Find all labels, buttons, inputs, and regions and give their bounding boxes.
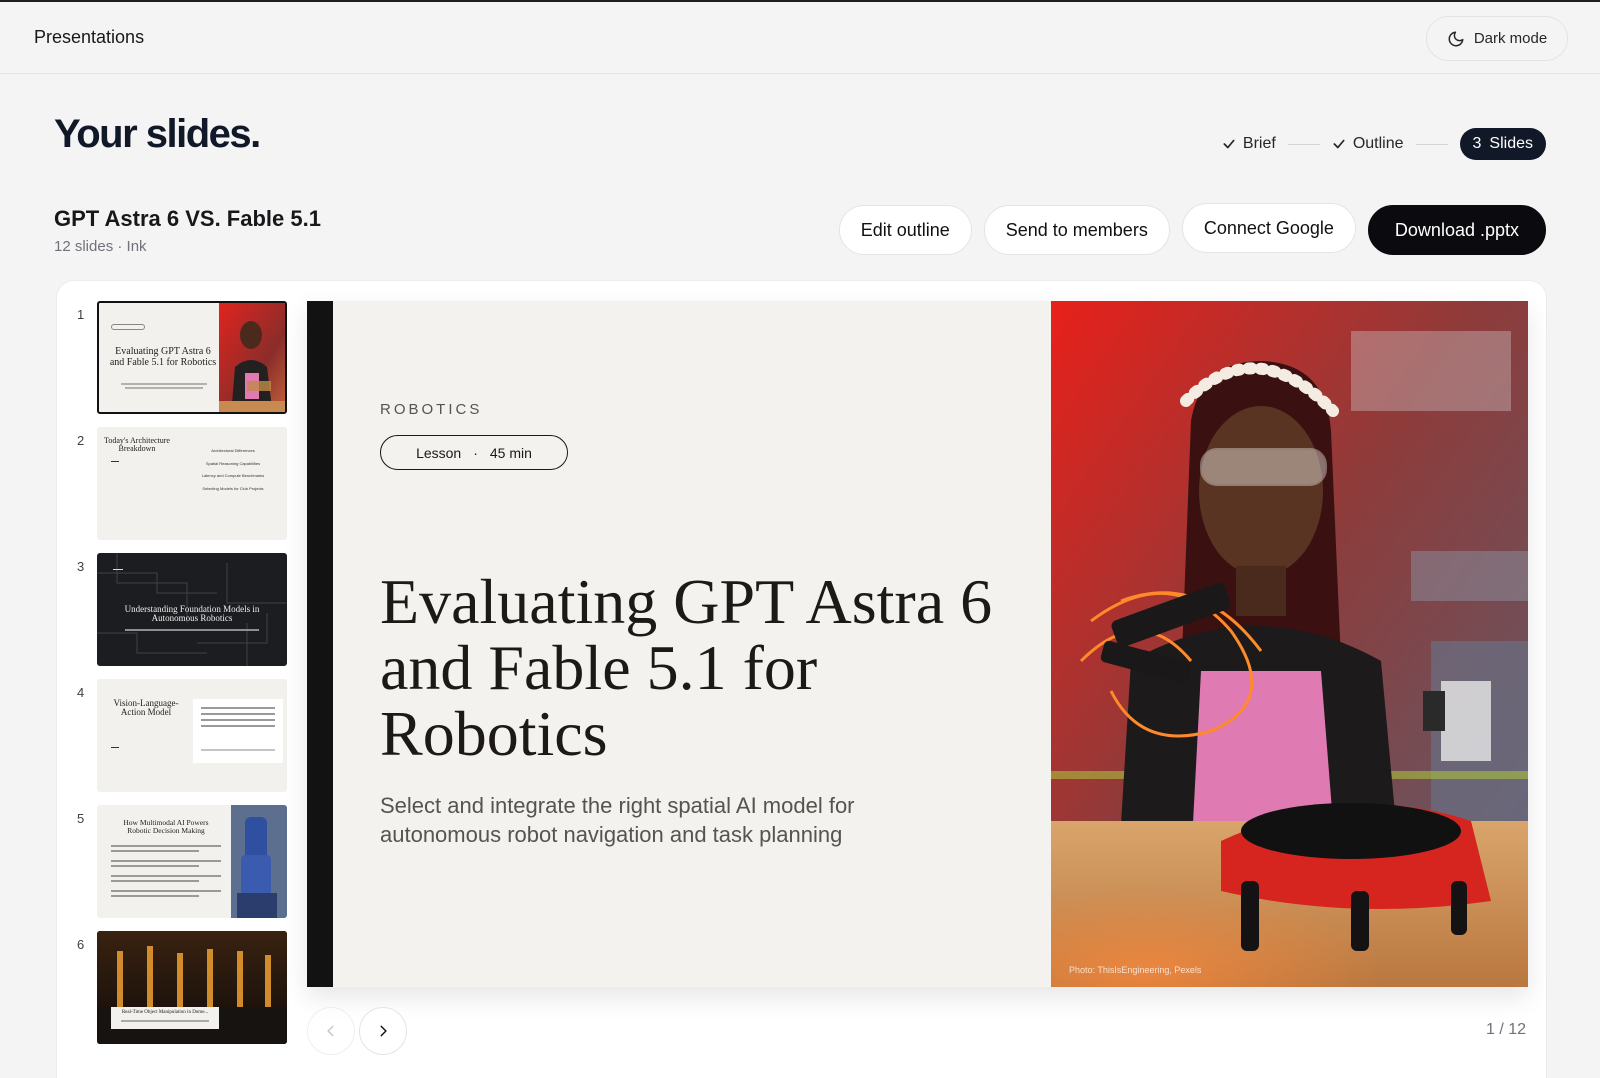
check-icon bbox=[1333, 139, 1345, 149]
next-slide-button[interactable] bbox=[359, 1007, 407, 1055]
slide-photo: Photo: ThisIsEngineering, Pexels bbox=[1051, 301, 1528, 987]
page-title: Your slides. bbox=[54, 112, 261, 156]
thumbnail-slide-4[interactable]: Vision-Language-Action Model bbox=[97, 679, 287, 792]
step-outline-label: Outline bbox=[1352, 135, 1404, 152]
thumbnail-number: 4 bbox=[77, 685, 85, 700]
deck-meta: 12 slides · Ink bbox=[54, 238, 147, 255]
thumb-agenda: Architectural Differences Spatial Reason… bbox=[201, 448, 265, 491]
step-brief[interactable]: Brief bbox=[1222, 135, 1276, 153]
thumb-photo bbox=[231, 805, 287, 918]
photo-credit: Photo: ThisIsEngineering, Pexels bbox=[1069, 965, 1202, 975]
thumbnail-item[interactable]: 1 Evaluating GPT Astra 6 and Fable 5.1 f… bbox=[71, 301, 287, 427]
edit-outline-button[interactable]: Edit outline bbox=[838, 205, 972, 255]
thumbnail-title: How Multimodal AI Powers Robotic Decisio… bbox=[123, 818, 209, 835]
thumbnail-item[interactable]: 5 How Multimodal AI Powers Robotic Decis… bbox=[71, 805, 287, 931]
connect-google-button[interactable]: Connect Google bbox=[1181, 203, 1356, 253]
thumb-card bbox=[193, 699, 283, 763]
thumb-text-line bbox=[125, 629, 259, 631]
thumbnail-title: Evaluating GPT Astra 6 and Fable 5.1 for… bbox=[109, 346, 217, 368]
check-icon bbox=[1223, 139, 1235, 149]
previous-slide-button[interactable] bbox=[307, 1007, 355, 1055]
slide-eyebrow: ROBOTICS bbox=[380, 401, 483, 418]
thumbnail-slide-2[interactable]: Today's Architecture Breakdown Architect… bbox=[97, 427, 287, 540]
slide-subtitle: Select and integrate the right spatial A… bbox=[380, 793, 855, 847]
badge-duration: 45 min bbox=[489, 444, 532, 461]
download-pptx-button[interactable]: Download .pptx bbox=[1367, 205, 1546, 255]
thumbnail-number: 6 bbox=[77, 937, 85, 952]
deck-title: GPT Astra 6 VS. Fable 5.1 bbox=[54, 206, 321, 231]
slide-badge: Lesson · 45 min bbox=[380, 435, 568, 470]
thumbnail-title: Real-Time Object Manipulation in Dome... bbox=[121, 1010, 209, 1015]
moon-icon bbox=[1448, 31, 1464, 46]
chevron-left-icon bbox=[327, 1025, 334, 1037]
slide-counter: 1 / 12 bbox=[1485, 1021, 1526, 1038]
thumbnail-title: Understanding Foundation Models in Auton… bbox=[124, 604, 260, 624]
thumbnail-number: 2 bbox=[77, 433, 85, 448]
step-number: 3 bbox=[1472, 135, 1482, 152]
thumb-rule bbox=[111, 747, 119, 748]
thumbnail-number: 3 bbox=[77, 559, 85, 574]
slide-accent-bar bbox=[307, 301, 333, 987]
step-divider bbox=[1287, 143, 1320, 145]
thumbnail-item[interactable]: 6 Real-Time Object Manipulation in Dome.… bbox=[71, 931, 287, 1057]
top-bar: Presentations Dark mode bbox=[0, 0, 1600, 74]
robotics-photo-illustration bbox=[1051, 301, 1528, 987]
thumb-caption-card: Real-Time Object Manipulation in Dome... bbox=[111, 1007, 219, 1029]
dark-mode-button[interactable]: Dark mode bbox=[1426, 16, 1568, 61]
thumbnail-item[interactable]: 2 Today's Architecture Breakdown Archite… bbox=[71, 427, 287, 553]
step-slides-label: Slides bbox=[1489, 135, 1533, 152]
step-outline[interactable]: Outline bbox=[1332, 135, 1404, 153]
thumbnail-item[interactable]: 3 Understanding Foundation Models in Aut… bbox=[71, 553, 287, 679]
step-indicator: Brief Outline 3 Slides bbox=[1222, 128, 1546, 160]
thumb-rule bbox=[113, 569, 123, 570]
thumbnail-title: Vision-Language-Action Model bbox=[113, 698, 179, 718]
thumbnail-list[interactable]: 1 Evaluating GPT Astra 6 and Fable 5.1 f… bbox=[71, 301, 287, 1057]
chevron-right-icon bbox=[380, 1025, 387, 1037]
step-divider bbox=[1415, 143, 1448, 145]
step-brief-label: Brief bbox=[1242, 135, 1276, 152]
thumb-photo bbox=[219, 303, 285, 412]
thumbnail-number: 1 bbox=[77, 307, 85, 322]
badge-type: Lesson bbox=[416, 444, 462, 461]
thumb-text-line bbox=[121, 383, 207, 385]
thumbnail-slide-1[interactable]: Evaluating GPT Astra 6 and Fable 5.1 for… bbox=[97, 301, 287, 414]
slide-title: Evaluating GPT Astra 6 and Fable 5.1 for… bbox=[380, 566, 993, 769]
thumb-text-line bbox=[125, 387, 203, 389]
thumbnail-slide-3[interactable]: Understanding Foundation Models in Auton… bbox=[97, 553, 287, 666]
thumbnail-title: Today's Architecture Breakdown bbox=[104, 436, 170, 454]
badge-separator: · bbox=[473, 444, 478, 461]
slides-panel: 1 Evaluating GPT Astra 6 and Fable 5.1 f… bbox=[56, 280, 1547, 1078]
thumb-rule bbox=[111, 461, 119, 462]
step-slides[interactable]: 3 Slides bbox=[1459, 128, 1546, 160]
slide-preview: ROBOTICS Lesson · 45 min Evaluating GPT … bbox=[307, 301, 1528, 987]
app-title: Presentations bbox=[34, 27, 145, 47]
thumbnail-item[interactable]: 4 Vision-Language-Action Model bbox=[71, 679, 287, 805]
dark-mode-label: Dark mode bbox=[1473, 30, 1548, 47]
thumbnail-slide-5[interactable]: How Multimodal AI Powers Robotic Decisio… bbox=[97, 805, 287, 918]
thumbnail-number: 5 bbox=[77, 811, 85, 826]
thumb-bullets bbox=[111, 845, 221, 897]
thumbnail-slide-6[interactable]: Real-Time Object Manipulation in Dome... bbox=[97, 931, 287, 1044]
action-bar: Edit outline Send to members Connect Goo… bbox=[838, 203, 1546, 255]
thumb-badge bbox=[111, 324, 145, 330]
send-to-members-button[interactable]: Send to members bbox=[983, 205, 1170, 255]
